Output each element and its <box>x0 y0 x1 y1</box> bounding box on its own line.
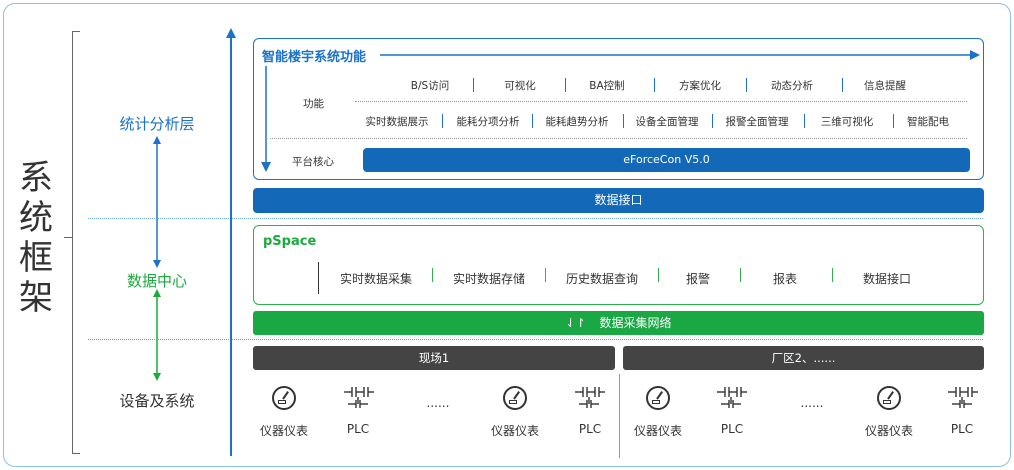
network-arrows-icon: ⇃↾ <box>565 316 586 330</box>
building-title-arrow <box>380 50 980 60</box>
function-label: 功能 <box>303 98 324 110</box>
plc-label: PLC <box>720 422 744 436</box>
layer-separator-bottom <box>88 339 983 340</box>
feature-item: 报警全面管理 <box>725 116 789 128</box>
feature-separator <box>623 114 624 128</box>
pspace-item: 历史数据查询 <box>565 272 638 286</box>
instrument-label: 仪器仪表 <box>259 424 308 438</box>
site2-bar: 厂区2、...... <box>623 346 984 370</box>
site1-label: 现场1 <box>418 351 450 365</box>
analysis-datacenter-arrow <box>153 136 161 268</box>
feature-separator <box>654 78 655 92</box>
pspace-item: 报警 <box>685 272 710 286</box>
plc-icon <box>717 387 747 408</box>
feature-item: BA控制 <box>589 80 625 92</box>
instrument-gauge-icon <box>877 386 901 410</box>
pspace-separator <box>318 262 319 294</box>
feature-separator <box>565 78 566 92</box>
system-title-char: 框 <box>19 238 53 278</box>
feature-item: 智能配电 <box>907 116 949 128</box>
data-interface-bar: 数据接口 <box>253 188 984 213</box>
layer-separator-top <box>88 218 983 219</box>
building-down-arrow <box>261 66 271 172</box>
layer-analysis-label: 统计分析层 <box>119 115 195 133</box>
data-interface-label: 数据接口 <box>594 193 643 207</box>
instrument-gauge-icon <box>272 386 296 410</box>
feature-item: 能耗分项分析 <box>456 116 520 128</box>
feature-item: 能耗趋势分析 <box>545 116 609 128</box>
layer-devices-label: 设备及系统 <box>119 392 195 410</box>
bracket-bottom <box>72 453 80 454</box>
feature-item: 三维可视化 <box>820 116 874 128</box>
site1-bar: 现场1 <box>253 346 615 370</box>
vertical-flow-arrow <box>226 28 236 456</box>
devices-ellipsis: ...... <box>426 396 450 410</box>
platform-core-value: eForceCon V5.0 <box>623 153 710 166</box>
pspace-separator <box>545 268 546 282</box>
bracket-vertical <box>72 31 73 454</box>
plc-icon <box>575 387 605 408</box>
bracket-middle <box>64 237 72 238</box>
feature-item: B/S访问 <box>410 80 450 92</box>
feature-item: 信息提醒 <box>864 80 906 92</box>
feature-separator <box>746 78 747 92</box>
plc-icon <box>948 387 978 408</box>
feature-separator <box>804 114 805 128</box>
instrument-label: 仪器仪表 <box>864 424 913 438</box>
feature-item: 可视化 <box>504 80 536 92</box>
feature-item: 实时数据展示 <box>365 116 429 128</box>
data-collection-network-bar: ⇃↾ 数据采集网络 <box>253 311 984 335</box>
pspace-item: 报表 <box>772 272 797 286</box>
site2-label: 厂区2、...... <box>771 351 836 365</box>
feature-item: 设备全面管理 <box>635 116 699 128</box>
pspace-separator <box>832 268 833 282</box>
instrument-label: 仪器仪表 <box>633 424 682 438</box>
pspace-separator <box>740 268 741 282</box>
plc-label: PLC <box>346 422 370 436</box>
feature-separator <box>842 78 843 92</box>
feature-separator <box>712 114 713 128</box>
instrument-label: 仪器仪表 <box>490 424 539 438</box>
feature-row-divider <box>355 101 967 102</box>
platform-core-label: 平台核心 <box>292 156 334 168</box>
pspace-item: 数据接口 <box>862 272 911 286</box>
pspace-item: 实时数据采集 <box>339 272 412 286</box>
feature-item: 方案优化 <box>679 80 721 92</box>
feature-separator <box>532 114 533 128</box>
feature-separator <box>442 114 443 128</box>
pspace-item: 实时数据存储 <box>452 272 525 286</box>
feature-item: 动态分析 <box>771 80 813 92</box>
feature-separator <box>473 78 474 92</box>
devices-ellipsis: ...... <box>800 396 824 410</box>
pspace-title: pSpace <box>263 234 317 249</box>
system-title-char: 架 <box>19 278 53 318</box>
site-group-divider <box>619 374 620 458</box>
plc-icon <box>344 387 374 408</box>
platform-core-bar: eForceCon V5.0 <box>363 148 970 172</box>
system-title-char: 统 <box>19 198 53 238</box>
pspace-separator <box>432 268 433 282</box>
network-label: 数据采集网络 <box>599 316 672 330</box>
plc-label: PLC <box>950 422 974 436</box>
datacenter-devices-arrow <box>153 289 161 381</box>
pspace-box <box>253 225 984 305</box>
core-row-divider <box>270 138 967 139</box>
instrument-gauge-icon <box>646 386 670 410</box>
smart-building-title: 智能楼宇系统功能 <box>262 50 367 65</box>
bracket-top <box>72 31 80 32</box>
instrument-gauge-icon <box>503 386 527 410</box>
layer-data-center-label: 数据中心 <box>126 272 187 290</box>
system-title: 系 统 框 架 <box>16 158 56 318</box>
feature-separator <box>893 114 894 128</box>
plc-label: PLC <box>578 422 602 436</box>
pspace-separator <box>658 268 659 282</box>
system-title-char: 系 <box>19 158 53 198</box>
